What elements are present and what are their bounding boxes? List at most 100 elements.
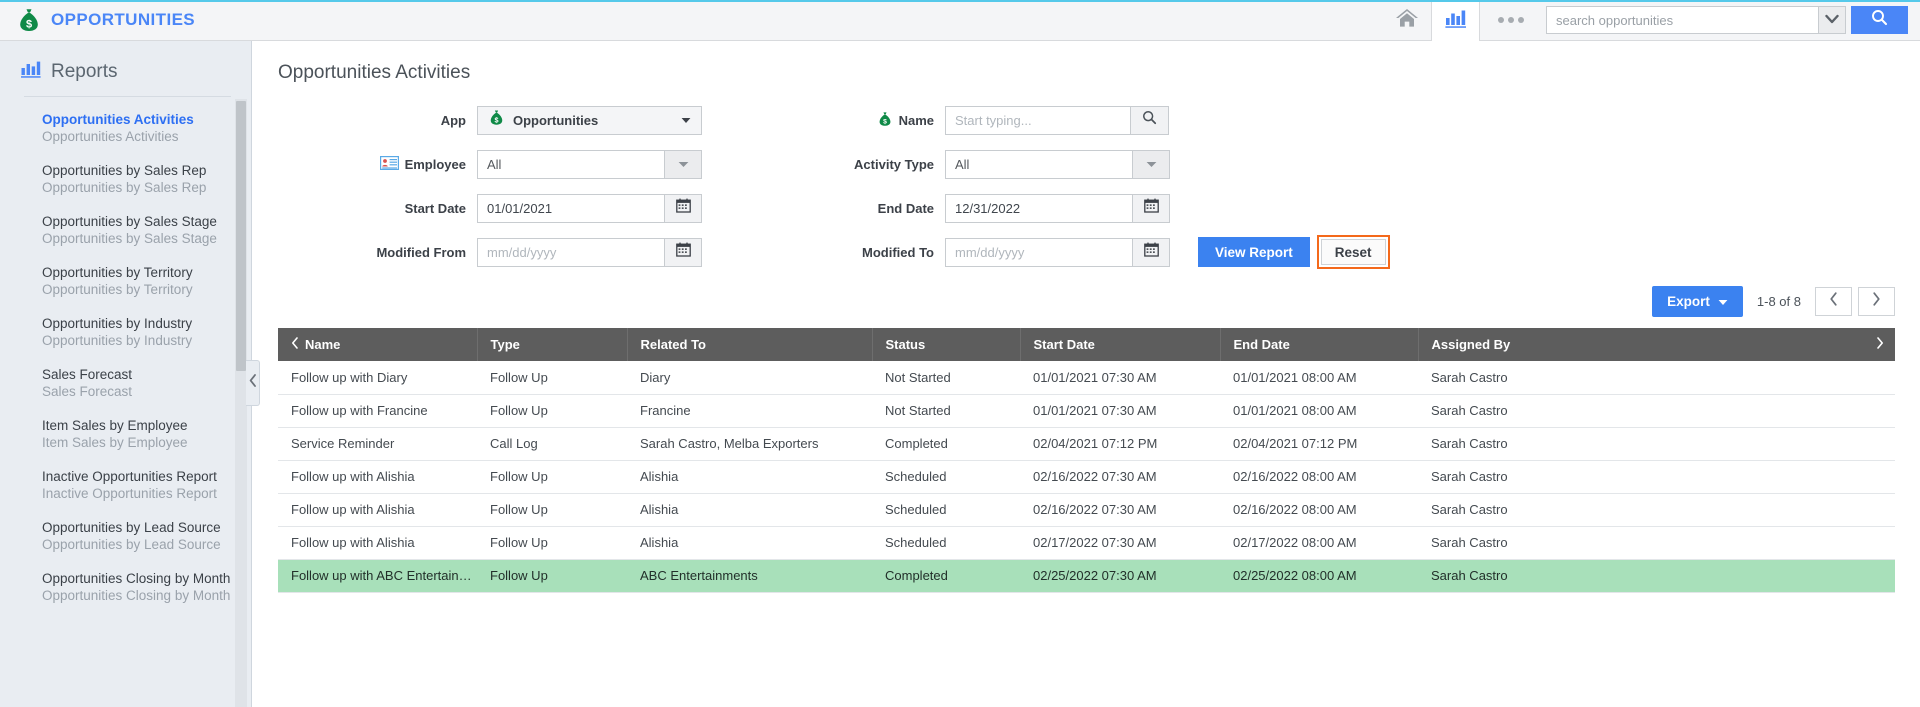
cell-status: Scheduled	[872, 526, 1020, 560]
cell-name: Follow up with Francine	[278, 394, 477, 428]
name-input[interactable]	[946, 106, 1130, 134]
sidebar-item-subtitle: Opportunities by Lead Source	[42, 537, 221, 552]
search-button[interactable]	[1851, 6, 1908, 34]
calendar-icon	[675, 242, 691, 262]
sidebar-report-list: Opportunities Activities Opportunities Ac…	[0, 97, 251, 605]
svg-text:$: $	[883, 118, 887, 125]
search-icon	[1871, 9, 1888, 31]
sidebar-item-subtitle: Inactive Opportunities Report	[42, 486, 217, 501]
column-header-name[interactable]: Name	[278, 328, 478, 361]
cell-end-date: 02/25/2022 08:00 AM	[1220, 559, 1418, 593]
cell-related-to: Francine	[627, 394, 872, 428]
more-menu-button[interactable]	[1480, 17, 1542, 23]
cell-assigned-by: Sarah Castro	[1418, 427, 1895, 461]
activity-type-select-value[interactable]	[946, 150, 1132, 178]
sidebar-item[interactable]: Opportunities by Sales Rep Opportunities …	[0, 162, 251, 197]
view-report-button[interactable]: View Report	[1198, 237, 1310, 267]
sidebar-item[interactable]: Sales Forecast Sales Forecast	[0, 366, 251, 401]
top-bar: $ OPPORTUNITIES	[0, 0, 1920, 41]
column-header-type[interactable]: Type	[477, 328, 628, 361]
cell-assigned-by: Sarah Castro	[1418, 559, 1895, 593]
filter-name: $ Name	[702, 105, 1169, 135]
cell-related-to: Sarah Castro, Melba Exporters	[627, 427, 872, 461]
cell-end-date: 02/04/2021 07:12 PM	[1220, 427, 1418, 461]
search-scope-dropdown[interactable]	[1818, 6, 1846, 34]
sidebar-collapse-button[interactable]	[246, 360, 260, 406]
sidebar-item[interactable]: Opportunities Activities Opportunities Ac…	[0, 111, 251, 146]
filter-employee: Employee	[278, 149, 702, 179]
column-header-assigned-by-label: Assigned By	[1431, 337, 1511, 352]
sidebar-item[interactable]: Opportunities by Territory Opportunities …	[0, 264, 251, 299]
sidebar-item[interactable]: Inactive Opportunities Report Inactive Op…	[0, 468, 251, 503]
sidebar-item[interactable]: Opportunities by Lead Source Opportunitie…	[0, 519, 251, 554]
employee-select[interactable]	[477, 149, 702, 179]
name-search-button[interactable]	[1131, 105, 1169, 135]
calendar-icon	[675, 198, 691, 218]
sidebar-item-subtitle: Opportunities Closing by Month	[42, 588, 231, 603]
cell-type: Follow Up	[477, 526, 627, 560]
activity-type-select[interactable]	[945, 149, 1170, 179]
modified-to-calendar-button[interactable]	[1132, 238, 1169, 266]
column-header-assigned-by[interactable]: Assigned By	[1418, 328, 1895, 361]
sidebar-scrollbar-thumb[interactable]	[236, 101, 246, 371]
employee-select-dropdown-button[interactable]	[664, 150, 701, 178]
reset-button[interactable]: Reset	[1320, 239, 1386, 265]
table-row[interactable]: Follow up with Alishia Follow Up Alishia Sc…	[278, 460, 1895, 494]
cell-type: Follow Up	[477, 460, 627, 494]
table-row[interactable]: Follow up with Diary Follow Up Diary Not St…	[278, 361, 1895, 395]
cell-type: Follow Up	[477, 361, 627, 395]
column-header-status[interactable]: Status	[872, 328, 1021, 361]
main-content: Opportunities Activities App $ Opportuni…	[253, 41, 1920, 707]
employee-select-value[interactable]	[478, 150, 664, 178]
sidebar-item[interactable]: Opportunities by Industry Opportunities b…	[0, 315, 251, 350]
modified-to-field	[945, 237, 1170, 267]
modified-from-input[interactable]	[478, 238, 664, 266]
bar-chart-icon	[1444, 7, 1468, 34]
home-button[interactable]	[1382, 0, 1431, 41]
sidebar-item-title: Opportunities by Territory	[42, 265, 193, 280]
sidebar-item[interactable]: Opportunities by Sales Stage Opportunitie…	[0, 213, 251, 248]
chevron-right-icon[interactable]	[1876, 337, 1884, 352]
column-header-start-date[interactable]: Start Date	[1020, 328, 1221, 361]
chevron-left-icon[interactable]	[291, 337, 299, 352]
start-date-calendar-button[interactable]	[664, 194, 701, 222]
table-row[interactable]: Follow up with Francine Follow Up Francine…	[278, 394, 1895, 428]
app-selector[interactable]: $ Opportunities	[477, 105, 702, 135]
export-button[interactable]: Export	[1652, 286, 1743, 317]
table-row[interactable]: Follow up with ABC Entertainments Follow …	[278, 559, 1895, 593]
filter-row-dates: Start Date 01/01/2021 End Date 12/31/202…	[278, 186, 1920, 230]
end-date-input[interactable]	[946, 194, 1132, 222]
search-input[interactable]	[1546, 6, 1818, 34]
end-date-calendar-button[interactable]	[1132, 194, 1169, 222]
caret-down-icon	[1146, 155, 1157, 173]
reports-button[interactable]	[1431, 0, 1480, 41]
caret-down-icon	[681, 111, 691, 129]
brand[interactable]: $ OPPORTUNITIES	[0, 7, 195, 33]
cell-type: Follow Up	[477, 559, 627, 593]
cell-status: Scheduled	[872, 460, 1020, 494]
column-header-end-date[interactable]: End Date	[1220, 328, 1419, 361]
cell-status: Not Started	[872, 361, 1020, 395]
cell-assigned-by: Sarah Castro	[1418, 460, 1895, 494]
filter-modified-from: Modified From	[278, 237, 702, 267]
export-label: Export	[1667, 294, 1710, 309]
table-row[interactable]: Follow up with Alishia Follow Up Alishia Sc…	[278, 526, 1895, 560]
global-search	[1546, 6, 1908, 34]
activity-type-dropdown-button[interactable]	[1132, 150, 1169, 178]
sidebar-item-subtitle: Sales Forecast	[42, 384, 133, 399]
sidebar-item[interactable]: Opportunities Closing by Month Opportunit…	[0, 570, 251, 605]
app-value: Opportunities	[513, 112, 599, 128]
pagination-count: 1-8 of 8	[1756, 294, 1801, 309]
modified-to-input[interactable]	[946, 238, 1132, 266]
table-row[interactable]: Service Reminder Call Log Sarah Castro, Me…	[278, 427, 1895, 461]
sidebar-item[interactable]: Item Sales by Employee Item Sales by Empl…	[0, 417, 251, 452]
start-date-input[interactable]	[478, 194, 664, 222]
pagination-next-button[interactable]	[1858, 287, 1895, 316]
modified-from-calendar-button[interactable]	[664, 238, 701, 266]
column-header-related-to[interactable]: Related To	[627, 328, 873, 361]
table-row[interactable]: Follow up with Alishia Follow Up Alishia Sc…	[278, 493, 1895, 527]
money-bag-icon: $	[877, 111, 893, 130]
name-field	[945, 105, 1131, 135]
pagination-prev-button[interactable]	[1815, 287, 1852, 316]
chevron-down-icon	[1825, 11, 1839, 29]
